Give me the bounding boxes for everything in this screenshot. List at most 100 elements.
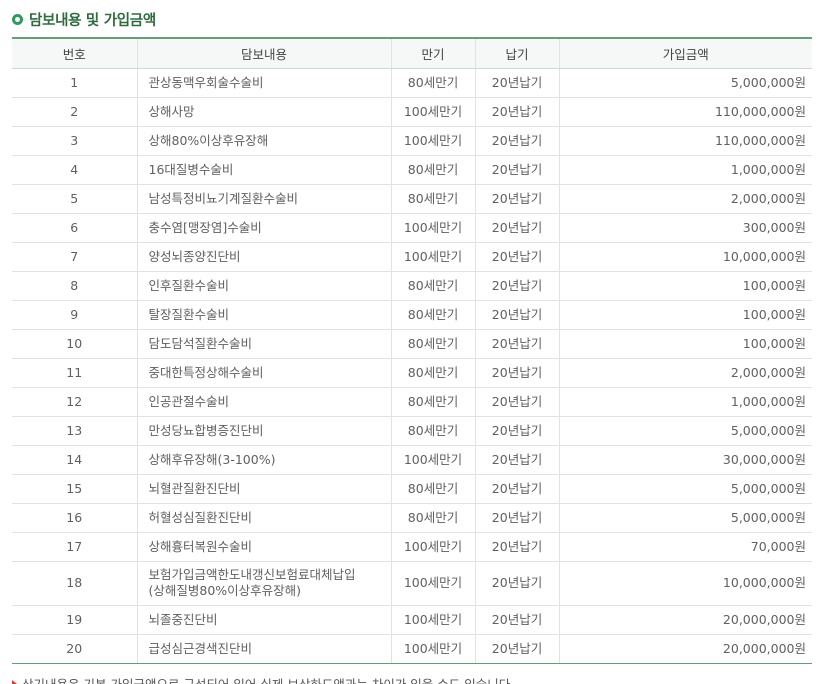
cell-amount: 300,000원 bbox=[558, 213, 812, 243]
cell-no: 9 bbox=[12, 300, 137, 330]
cell-payment: 20년납기 bbox=[474, 97, 559, 127]
cell-maturity: 80세만기 bbox=[390, 503, 475, 533]
cell-payment: 20년납기 bbox=[474, 184, 559, 214]
circle-bullet-icon bbox=[12, 13, 23, 25]
cell-no: 7 bbox=[12, 242, 137, 272]
cell-payment: 20년납기 bbox=[474, 329, 559, 359]
table-row: 14 상해후유장해(3-100%) 100세만기 20년납기 30,000,000원 bbox=[12, 445, 812, 475]
cell-no: 15 bbox=[12, 474, 137, 504]
table-header: 번호 담보내용 만기 납기 가입금액 bbox=[12, 37, 812, 69]
table-row: 3 상해80%이상후유장해 100세만기 20년납기 110,000,000원 bbox=[12, 126, 812, 156]
cell-maturity: 100세만기 bbox=[390, 532, 475, 562]
coverage-table: 번호 담보내용 만기 납기 가입금액 1 관상동맥우회술수술비 80세만기 20년납기… bbox=[12, 37, 812, 664]
cell-amount: 10,000,000원 bbox=[558, 242, 812, 272]
cell-coverage: 허혈성심질환진단비 bbox=[136, 503, 391, 533]
cell-no: 2 bbox=[12, 97, 137, 127]
cell-payment: 20년납기 bbox=[474, 387, 559, 417]
cell-no: 19 bbox=[12, 605, 137, 635]
cell-payment: 20년납기 bbox=[474, 213, 559, 243]
cell-amount: 70,000원 bbox=[558, 532, 812, 562]
cell-amount: 1,000,000원 bbox=[558, 155, 812, 185]
section-header: 담보내용 및 가입금액 bbox=[12, 9, 156, 29]
cell-payment: 20년납기 bbox=[474, 271, 559, 301]
cell-no: 13 bbox=[12, 416, 137, 446]
table-row: 8 인후질환수술비 80세만기 20년납기 100,000원 bbox=[12, 271, 812, 301]
cell-no: 4 bbox=[12, 155, 137, 185]
cell-amount: 5,000,000원 bbox=[558, 68, 812, 98]
cell-payment: 20년납기 bbox=[474, 532, 559, 562]
footnote: 상기내용은 기본 가입금액으로 구성되어 있어 실제 보상하도액과는 차이가 있… bbox=[12, 674, 514, 684]
cell-amount: 100,000원 bbox=[558, 271, 812, 301]
cell-coverage: 뇌졸중진단비 bbox=[136, 605, 391, 635]
cell-maturity: 100세만기 bbox=[390, 213, 475, 243]
cell-coverage: 상해흉터복원수술비 bbox=[136, 532, 391, 562]
header-row: 번호 담보내용 만기 납기 가입금액 bbox=[12, 37, 812, 69]
cell-maturity: 100세만기 bbox=[390, 561, 475, 606]
cell-payment: 20년납기 bbox=[474, 416, 559, 446]
cell-maturity: 100세만기 bbox=[390, 605, 475, 635]
cell-amount: 20,000,000원 bbox=[558, 605, 812, 635]
cell-no: 16 bbox=[12, 503, 137, 533]
table-row: 9 탈장질환수술비 80세만기 20년납기 100,000원 bbox=[12, 300, 812, 330]
cell-coverage: 충수염[맹장염]수술비 bbox=[136, 213, 391, 243]
table-row: 6 충수염[맹장염]수술비 100세만기 20년납기 300,000원 bbox=[12, 213, 812, 243]
table-row: 17 상해흉터복원수술비 100세만기 20년납기 70,000원 bbox=[12, 532, 812, 562]
cell-no: 18 bbox=[12, 561, 137, 606]
header-maturity: 만기 bbox=[390, 37, 475, 69]
cell-coverage: 관상동맥우회술수술비 bbox=[136, 68, 391, 98]
cell-coverage: 보험가입금액한도내갱신보험료대체납입 (상해질병80%이상후유장해) bbox=[136, 561, 391, 606]
cell-payment: 20년납기 bbox=[474, 126, 559, 156]
cell-coverage: 상해후유장해(3-100%) bbox=[136, 445, 391, 475]
cell-coverage: 급성심근경색진단비 bbox=[136, 634, 391, 664]
cell-no: 5 bbox=[12, 184, 137, 214]
footnote-text: 상기내용은 기본 가입금액으로 구성되어 있어 실제 보상하도액과는 차이가 있… bbox=[22, 674, 514, 684]
header-coverage: 담보내용 bbox=[136, 37, 391, 69]
cell-coverage: 상해80%이상후유장해 bbox=[136, 126, 391, 156]
cell-payment: 20년납기 bbox=[474, 561, 559, 606]
table-row: 7 양성뇌종양진단비 100세만기 20년납기 10,000,000원 bbox=[12, 242, 812, 272]
cell-no: 12 bbox=[12, 387, 137, 417]
cell-no: 20 bbox=[12, 634, 137, 664]
cell-maturity: 80세만기 bbox=[390, 387, 475, 417]
cell-amount: 5,000,000원 bbox=[558, 503, 812, 533]
cell-payment: 20년납기 bbox=[474, 242, 559, 272]
cell-maturity: 80세만기 bbox=[390, 358, 475, 388]
red-arrow-bullet-icon bbox=[12, 679, 17, 684]
table-row: 16 허혈성심질환진단비 80세만기 20년납기 5,000,000원 bbox=[12, 503, 812, 533]
cell-amount: 2,000,000원 bbox=[558, 358, 812, 388]
cell-no: 8 bbox=[12, 271, 137, 301]
cell-payment: 20년납기 bbox=[474, 68, 559, 98]
cell-coverage: 16대질병수술비 bbox=[136, 155, 391, 185]
cell-maturity: 80세만기 bbox=[390, 184, 475, 214]
coverage-subline: (상해질병80%이상후유장해) bbox=[148, 583, 302, 598]
cell-payment: 20년납기 bbox=[474, 474, 559, 504]
cell-amount: 2,000,000원 bbox=[558, 184, 812, 214]
table-row: 19 뇌졸중진단비 100세만기 20년납기 20,000,000원 bbox=[12, 605, 812, 635]
cell-maturity: 80세만기 bbox=[390, 68, 475, 98]
cell-amount: 5,000,000원 bbox=[558, 416, 812, 446]
cell-amount: 100,000원 bbox=[558, 300, 812, 330]
table-row: 5 남성특정비뇨기계질환수술비 80세만기 20년납기 2,000,000원 bbox=[12, 184, 812, 214]
cell-coverage: 양성뇌종양진단비 bbox=[136, 242, 391, 272]
table-row: 12 인공관절수술비 80세만기 20년납기 1,000,000원 bbox=[12, 387, 812, 417]
coverage-section: 담보내용 및 가입금액 번호 담보내용 만기 납기 가입금액 1 관상동맥우회술수… bbox=[0, 0, 838, 684]
cell-coverage: 인공관절수술비 bbox=[136, 387, 391, 417]
cell-amount: 10,000,000원 bbox=[558, 561, 812, 606]
header-amount: 가입금액 bbox=[558, 37, 812, 69]
cell-payment: 20년납기 bbox=[474, 445, 559, 475]
cell-maturity: 80세만기 bbox=[390, 271, 475, 301]
header-payment: 납기 bbox=[474, 37, 559, 69]
cell-amount: 110,000,000원 bbox=[558, 97, 812, 127]
cell-maturity: 100세만기 bbox=[390, 445, 475, 475]
cell-maturity: 80세만기 bbox=[390, 416, 475, 446]
cell-amount: 30,000,000원 bbox=[558, 445, 812, 475]
table-row: 20 급성심근경색진단비 100세만기 20년납기 20,000,000원 bbox=[12, 634, 812, 664]
cell-amount: 20,000,000원 bbox=[558, 634, 812, 664]
table-row: 13 만성당뇨합병증진단비 80세만기 20년납기 5,000,000원 bbox=[12, 416, 812, 446]
cell-no: 3 bbox=[12, 126, 137, 156]
cell-no: 10 bbox=[12, 329, 137, 359]
cell-payment: 20년납기 bbox=[474, 605, 559, 635]
cell-coverage: 탈장질환수술비 bbox=[136, 300, 391, 330]
cell-maturity: 100세만기 bbox=[390, 126, 475, 156]
cell-no: 1 bbox=[12, 68, 137, 98]
